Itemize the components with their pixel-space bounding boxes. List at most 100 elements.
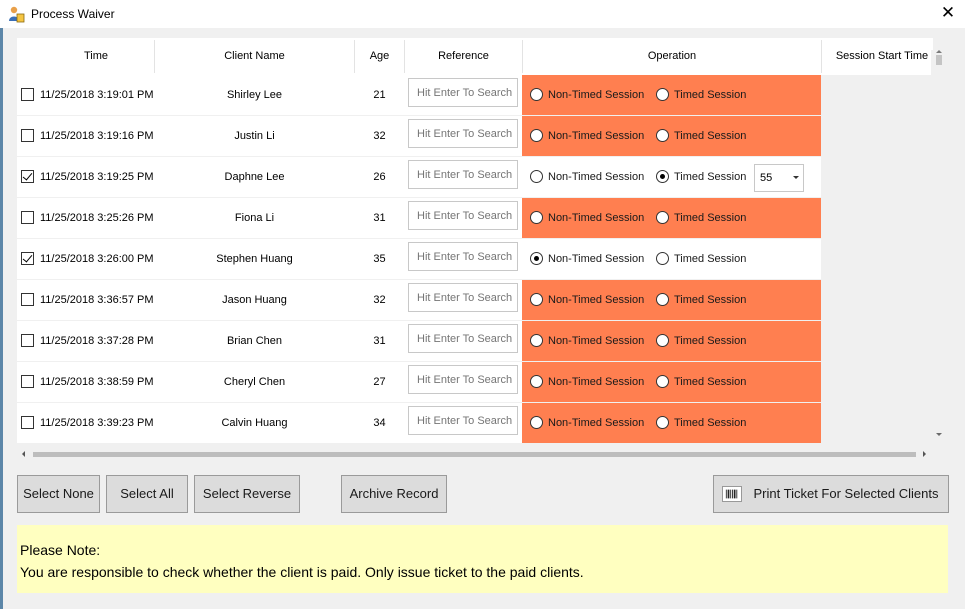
table-row[interactable]: 11/25/2018 3:19:25 PM Daphne Lee 26 Non-Tim…: [17, 157, 933, 198]
non-timed-radio[interactable]: [530, 170, 543, 183]
timed-label[interactable]: Timed Session: [674, 157, 746, 197]
grid-header: Time Client Name Age Reference Operation…: [17, 38, 933, 75]
timed-label[interactable]: Timed Session: [674, 239, 746, 279]
table-row[interactable]: 11/25/2018 3:39:23 PM Calvin Huang 34 Non-T…: [17, 403, 933, 444]
row-checkbox[interactable]: [21, 129, 34, 142]
timed-label[interactable]: Timed Session: [674, 198, 746, 238]
row-age: 27: [373, 376, 386, 388]
operation-cell: Non-Timed Session Timed Session 55: [522, 157, 821, 197]
select-reverse-button[interactable]: Select Reverse: [194, 475, 300, 513]
non-timed-label[interactable]: Non-Timed Session: [548, 116, 644, 156]
table-row[interactable]: 11/25/2018 3:26:00 PM Stephen Huang 35 Non-…: [17, 239, 933, 280]
horizontal-scroll-thumb[interactable]: [33, 452, 916, 457]
reference-search-input[interactable]: [408, 201, 518, 230]
timed-label[interactable]: Timed Session: [674, 75, 746, 115]
reference-search-input[interactable]: [408, 119, 518, 148]
row-session-start-time: [822, 198, 933, 239]
row-session-start-time: [822, 239, 933, 280]
timed-label[interactable]: Timed Session: [674, 362, 746, 402]
timed-label[interactable]: Timed Session: [674, 280, 746, 320]
archive-record-button[interactable]: Archive Record: [341, 475, 447, 513]
print-ticket-button[interactable]: Print Ticket For Selected Clients: [713, 475, 949, 513]
non-timed-label[interactable]: Non-Timed Session: [548, 321, 644, 361]
row-session-start-time: [822, 403, 933, 444]
timed-radio[interactable]: [656, 211, 669, 224]
non-timed-radio[interactable]: [530, 334, 543, 347]
timed-label[interactable]: Timed Session: [674, 116, 746, 156]
timed-radio[interactable]: [656, 129, 669, 142]
column-header-operation[interactable]: Operation: [523, 38, 821, 75]
timed-radio[interactable]: [656, 334, 669, 347]
non-timed-label[interactable]: Non-Timed Session: [548, 198, 644, 238]
waiver-grid: Time Client Name Age Reference Operation…: [17, 38, 948, 462]
timed-radio[interactable]: [656, 375, 669, 388]
reference-search-input[interactable]: [408, 324, 518, 353]
column-header-client-name[interactable]: Client Name: [155, 38, 354, 75]
row-checkbox[interactable]: [21, 88, 34, 101]
non-timed-label[interactable]: Non-Timed Session: [548, 362, 644, 402]
row-checkbox[interactable]: [21, 252, 34, 265]
non-timed-label[interactable]: Non-Timed Session: [548, 75, 644, 115]
row-checkbox[interactable]: [21, 375, 34, 388]
scroll-down-arrow-icon[interactable]: [936, 433, 942, 436]
table-row[interactable]: 11/25/2018 3:36:57 PM Jason Huang 32 Non-Ti…: [17, 280, 933, 321]
horizontal-scrollbar[interactable]: [17, 445, 931, 462]
column-header-time[interactable]: Time: [38, 38, 154, 75]
row-checkbox[interactable]: [21, 334, 34, 347]
reference-search-input[interactable]: [408, 283, 518, 312]
row-session-start-time: [822, 280, 933, 321]
row-time: 11/25/2018 3:19:01 PM: [40, 89, 154, 101]
column-header-session-start-time[interactable]: Session Start Time: [822, 38, 933, 75]
session-duration-select[interactable]: 55: [754, 164, 804, 192]
reference-search-input[interactable]: [408, 406, 518, 435]
row-checkbox[interactable]: [21, 211, 34, 224]
row-session-start-time: [822, 75, 933, 116]
column-header-age[interactable]: Age: [355, 38, 404, 75]
table-row[interactable]: 11/25/2018 3:25:26 PM Fiona Li 31 Non-Timed…: [17, 198, 933, 239]
select-none-button[interactable]: Select None: [17, 475, 100, 513]
non-timed-radio[interactable]: [530, 129, 543, 142]
non-timed-label[interactable]: Non-Timed Session: [548, 157, 644, 197]
row-age: 31: [373, 335, 386, 347]
non-timed-label[interactable]: Non-Timed Session: [548, 280, 644, 320]
title-bar: Process Waiver ✕: [0, 0, 965, 28]
timed-radio[interactable]: [656, 88, 669, 101]
close-button[interactable]: ✕: [936, 2, 960, 24]
non-timed-label[interactable]: Non-Timed Session: [548, 239, 644, 279]
non-timed-radio[interactable]: [530, 211, 543, 224]
timed-label[interactable]: Timed Session: [674, 403, 746, 443]
table-row[interactable]: 11/25/2018 3:19:01 PM Shirley Lee 21 Non-Ti…: [17, 75, 933, 116]
non-timed-radio[interactable]: [530, 293, 543, 306]
row-checkbox[interactable]: [21, 293, 34, 306]
scroll-right-arrow-icon[interactable]: [923, 451, 926, 457]
row-time: 11/25/2018 3:19:25 PM: [40, 171, 154, 183]
row-age: 21: [373, 89, 386, 101]
row-checkbox[interactable]: [21, 170, 34, 183]
reference-search-input[interactable]: [408, 242, 518, 271]
row-checkbox[interactable]: [21, 416, 34, 429]
reference-search-input[interactable]: [408, 78, 518, 107]
non-timed-radio[interactable]: [530, 375, 543, 388]
column-header-reference[interactable]: Reference: [405, 38, 522, 75]
table-row[interactable]: 11/25/2018 3:37:28 PM Brian Chen 31 Non-Tim…: [17, 321, 933, 362]
select-all-button[interactable]: Select All: [106, 475, 188, 513]
non-timed-radio[interactable]: [530, 88, 543, 101]
reference-search-input[interactable]: [408, 365, 518, 394]
vertical-scroll-thumb[interactable]: [936, 55, 942, 65]
reference-search-input[interactable]: [408, 160, 518, 189]
vertical-scrollbar[interactable]: [931, 50, 948, 444]
timed-radio[interactable]: [656, 170, 669, 183]
scroll-up-arrow-icon[interactable]: [936, 50, 942, 53]
timed-label[interactable]: Timed Session: [674, 321, 746, 361]
non-timed-label[interactable]: Non-Timed Session: [548, 403, 644, 443]
timed-radio[interactable]: [656, 293, 669, 306]
scroll-left-arrow-icon[interactable]: [22, 451, 25, 457]
non-timed-radio[interactable]: [530, 252, 543, 265]
timed-radio[interactable]: [656, 416, 669, 429]
row-client-name: Brian Chen: [226, 335, 283, 347]
row-client-name: Jason Huang: [222, 294, 287, 306]
non-timed-radio[interactable]: [530, 416, 543, 429]
table-row[interactable]: 11/25/2018 3:19:16 PM Justin Li 32 Non-Time…: [17, 116, 933, 157]
table-row[interactable]: 11/25/2018 3:38:59 PM Cheryl Chen 27 Non-Ti…: [17, 362, 933, 403]
timed-radio[interactable]: [656, 252, 669, 265]
